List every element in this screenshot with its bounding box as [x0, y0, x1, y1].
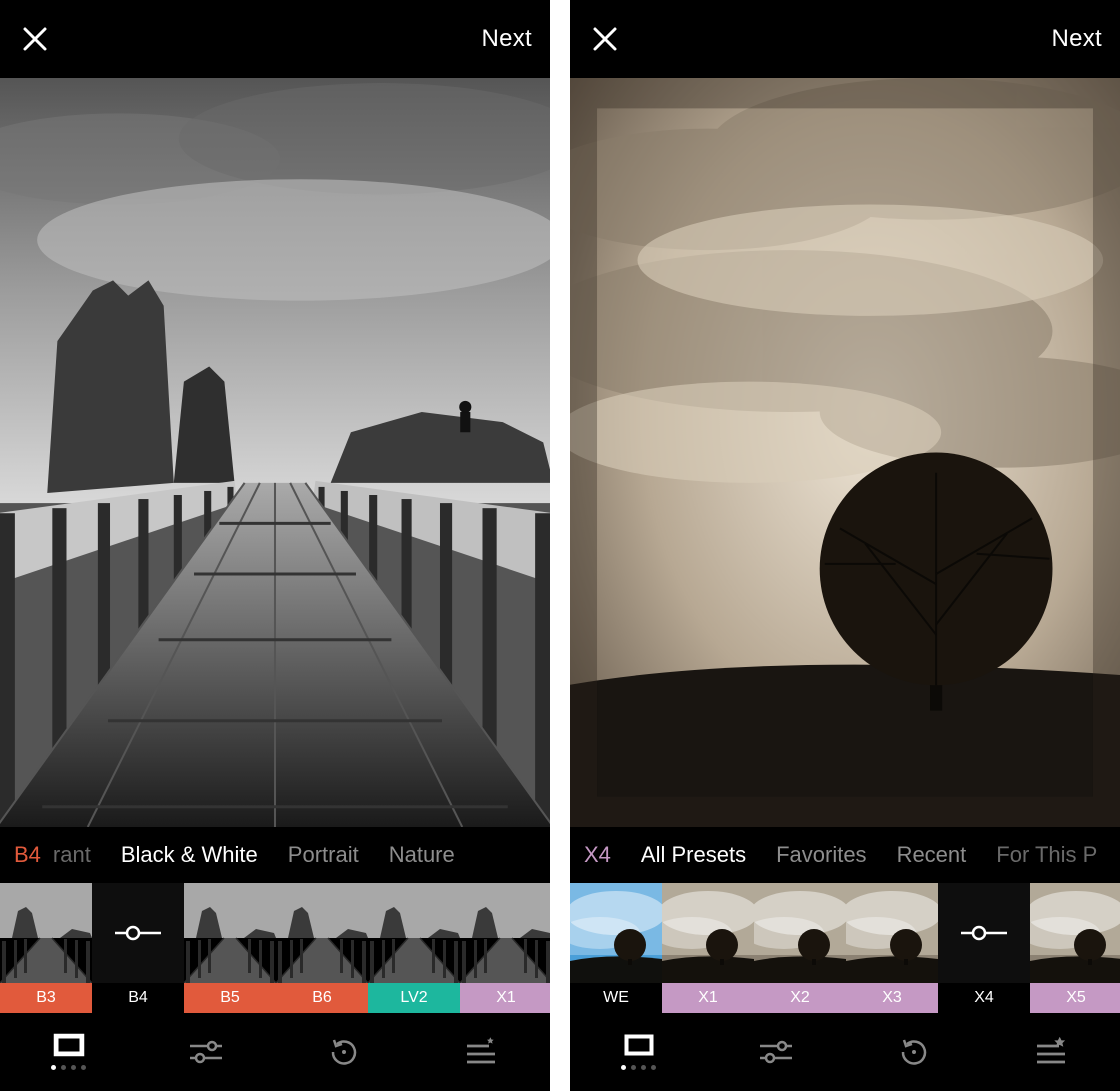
- preset-thumb[interactable]: LV2: [368, 883, 460, 1013]
- bottom-toolbar: [0, 1013, 550, 1091]
- category-tab[interactable]: rant: [53, 842, 91, 868]
- preset-thumb[interactable]: X1: [460, 883, 550, 1013]
- thumb-image: [368, 883, 460, 983]
- next-button[interactable]: Next: [1051, 25, 1102, 53]
- category-bar: X4 All Presets Favorites Recent For This…: [570, 827, 1120, 883]
- thumb-image: [276, 883, 368, 983]
- thumb-image: [1030, 883, 1120, 983]
- top-bar: Next: [0, 0, 550, 78]
- category-tab[interactable]: Recent: [897, 842, 967, 868]
- preset-thumb[interactable]: B6: [276, 883, 368, 1013]
- top-bar: Next: [570, 0, 1120, 78]
- category-tab[interactable]: Black & White: [121, 842, 258, 868]
- preset-thumb[interactable]: X4: [938, 883, 1030, 1013]
- preset-badge: X1: [662, 983, 754, 1013]
- current-preset-code: B4: [14, 842, 41, 868]
- preset-badge: X5: [1030, 983, 1120, 1013]
- preset-thumb[interactable]: X2: [754, 883, 846, 1013]
- preset-thumb[interactable]: WE: [570, 883, 662, 1013]
- preset-badge: B6: [276, 983, 368, 1013]
- category-tab[interactable]: For This P: [996, 842, 1097, 868]
- next-button[interactable]: Next: [481, 25, 532, 53]
- presets-icon: [622, 1033, 656, 1061]
- preset-badge: X3: [846, 983, 938, 1013]
- preset-badge: B4: [92, 983, 184, 1013]
- adjust-icon: [756, 1037, 796, 1067]
- category-tab[interactable]: Favorites: [776, 842, 866, 868]
- presets-icon: [52, 1033, 86, 1061]
- category-tab[interactable]: Nature: [389, 842, 455, 868]
- thumb-image: [460, 883, 550, 983]
- close-button[interactable]: [588, 22, 622, 56]
- photo-preview[interactable]: [0, 78, 550, 827]
- preset-thumbs[interactable]: WEX1X2X3X4X5: [570, 883, 1120, 1013]
- recipe-icon: [461, 1037, 501, 1067]
- recipe-icon: [1031, 1037, 1071, 1067]
- history-icon: [896, 1034, 932, 1070]
- intensity-slider-icon: [938, 883, 1030, 983]
- preset-thumb[interactable]: X3: [846, 883, 938, 1013]
- history-tool[interactable]: [319, 1027, 369, 1077]
- editor-screen-left: Next: [0, 0, 550, 1091]
- page-dots: [51, 1065, 86, 1071]
- preset-badge: WE: [570, 983, 662, 1013]
- preset-badge: X2: [754, 983, 846, 1013]
- editor-screen-right: Next: [570, 0, 1120, 1091]
- recipe-tool[interactable]: [1026, 1027, 1076, 1077]
- page-dots: [621, 1065, 656, 1071]
- adjust-tool[interactable]: [181, 1027, 231, 1077]
- category-tab[interactable]: All Presets: [641, 842, 746, 868]
- current-preset-code: X4: [584, 842, 611, 868]
- preset-badge: LV2: [368, 983, 460, 1013]
- preset-thumbs[interactable]: B3B4B5B6LV2X1: [0, 883, 550, 1013]
- history-icon: [326, 1034, 362, 1070]
- thumb-image: [0, 883, 92, 983]
- category-bar: B4 rant Black & White Portrait Nature: [0, 827, 550, 883]
- photo-preview[interactable]: [570, 78, 1120, 827]
- presets-tool[interactable]: [614, 1027, 664, 1077]
- presets-tool[interactable]: [44, 1027, 94, 1077]
- preset-thumb[interactable]: X1: [662, 883, 754, 1013]
- preset-badge: B3: [0, 983, 92, 1013]
- preset-badge: B5: [184, 983, 276, 1013]
- close-button[interactable]: [18, 22, 52, 56]
- intensity-slider-icon: [92, 883, 184, 983]
- bottom-toolbar: [570, 1013, 1120, 1091]
- category-tab[interactable]: Portrait: [288, 842, 359, 868]
- recipe-tool[interactable]: [456, 1027, 506, 1077]
- preset-thumb[interactable]: B4: [92, 883, 184, 1013]
- thumb-image: [184, 883, 276, 983]
- close-icon: [591, 25, 619, 53]
- thumb-image: [846, 883, 938, 983]
- thumb-image: [570, 883, 662, 983]
- adjust-tool[interactable]: [751, 1027, 801, 1077]
- adjust-icon: [186, 1037, 226, 1067]
- thumb-image: [662, 883, 754, 983]
- preset-thumb[interactable]: X5: [1030, 883, 1120, 1013]
- close-icon: [21, 25, 49, 53]
- preset-badge: X4: [938, 983, 1030, 1013]
- preset-thumb[interactable]: B3: [0, 883, 92, 1013]
- preset-thumb[interactable]: B5: [184, 883, 276, 1013]
- history-tool[interactable]: [889, 1027, 939, 1077]
- thumb-image: [754, 883, 846, 983]
- preset-badge: X1: [460, 983, 550, 1013]
